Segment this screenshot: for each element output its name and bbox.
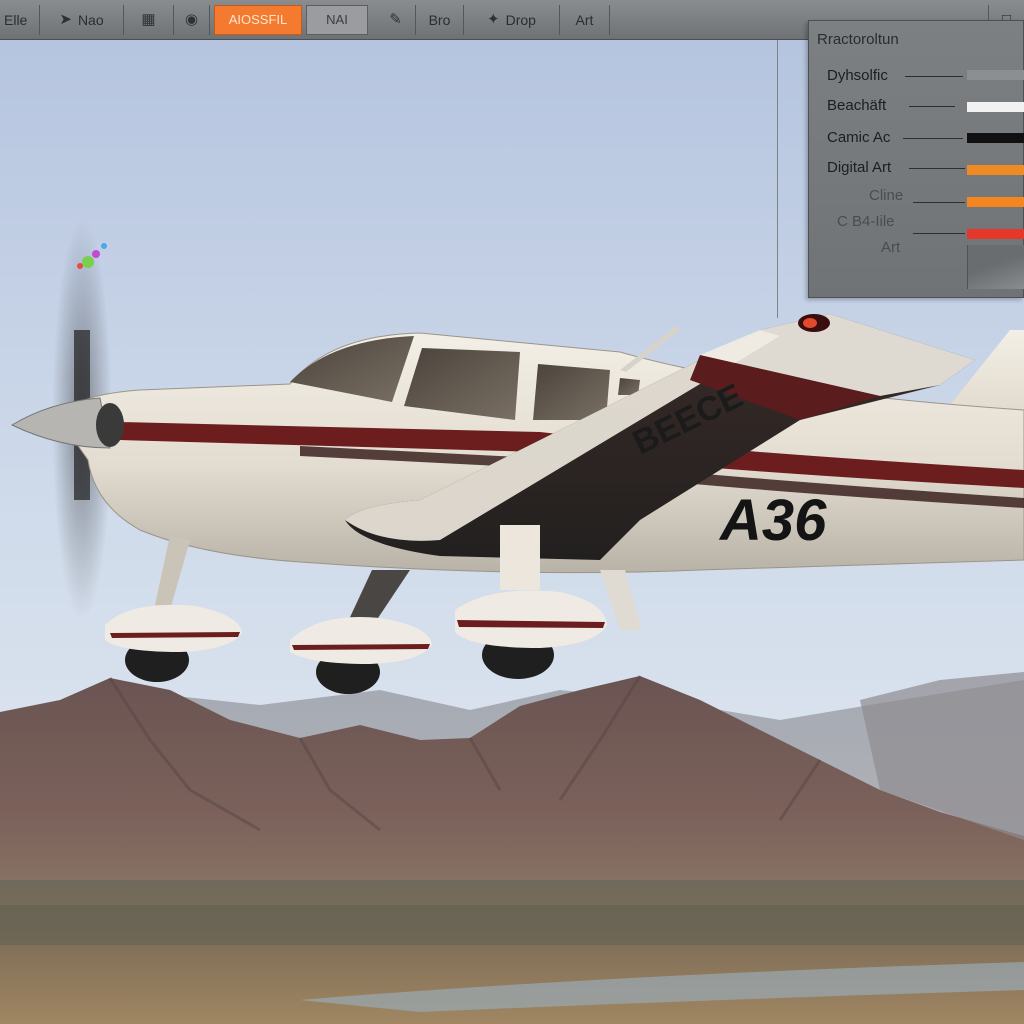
style-panel: Rractoroltun Dyhsolfic Beachäft Camic Ac… (808, 20, 1024, 298)
navigate-tool[interactable]: ➤ Nao (40, 4, 124, 35)
tail-number: A36 (718, 488, 827, 553)
style-option-5[interactable]: Cline (809, 187, 1024, 209)
nai-button[interactable]: NAI (306, 4, 368, 35)
grid-icon: ▦ (141, 11, 156, 28)
art-tool-label: Art (575, 11, 594, 28)
style-preview (967, 245, 1024, 289)
grid-tool[interactable]: ▦ (124, 4, 174, 35)
style-option-label: Dyhsolfic (827, 67, 888, 84)
style-option-label: Digital Art (827, 159, 892, 176)
style-option-label: Camic Ac (827, 129, 891, 146)
style-swatch (967, 229, 1024, 239)
navigate-icon: ➤ (59, 11, 72, 28)
style-option-6[interactable]: C B4-Iile (809, 213, 1024, 239)
style-option-1[interactable]: Dyhsolfic (809, 67, 1024, 89)
style-option-label: C B4-Iile (837, 213, 895, 230)
mask-icon: ◉ (184, 11, 199, 28)
style-option-label: Beachäft (827, 97, 887, 114)
file-menu-label: Elle (4, 11, 28, 28)
style-option-label: Cline (869, 187, 904, 204)
drop-icon: ✦ (487, 11, 500, 28)
style-option-4[interactable]: Digital Art (809, 157, 1024, 179)
style-swatch (967, 133, 1024, 143)
main-gear-strut-right (500, 525, 540, 590)
style-option-2[interactable]: Beachäft (809, 97, 1024, 119)
brush-tool[interactable]: ✎ (376, 4, 416, 35)
drop-tool-label: Drop (505, 11, 536, 28)
canvas-guide-line (777, 40, 778, 318)
navigate-tool-label: Nao (77, 11, 104, 28)
style-panel-title: Rractoroltun (817, 31, 899, 48)
style-swatch (967, 70, 1024, 80)
active-style-button[interactable]: AIOSSFIL (214, 4, 302, 35)
brush-icon: ✎ (389, 11, 402, 28)
file-menu[interactable]: Elle (0, 4, 40, 35)
nai-button-label: NAI (326, 12, 348, 27)
style-swatch (967, 197, 1024, 207)
style-swatch (967, 165, 1024, 175)
mask-tool[interactable]: ◉ (174, 4, 210, 35)
browse-tool-label: Bro (428, 11, 451, 28)
art-tool[interactable]: Art (560, 4, 610, 35)
style-option-label: Art (881, 239, 901, 256)
drop-tool[interactable]: ✦ Drop (464, 4, 560, 35)
browse-tool[interactable]: Bro (416, 4, 464, 35)
style-swatch (967, 102, 1024, 112)
style-option-3[interactable]: Camic Ac (809, 127, 1024, 149)
active-style-label: AIOSSFIL (228, 12, 288, 27)
